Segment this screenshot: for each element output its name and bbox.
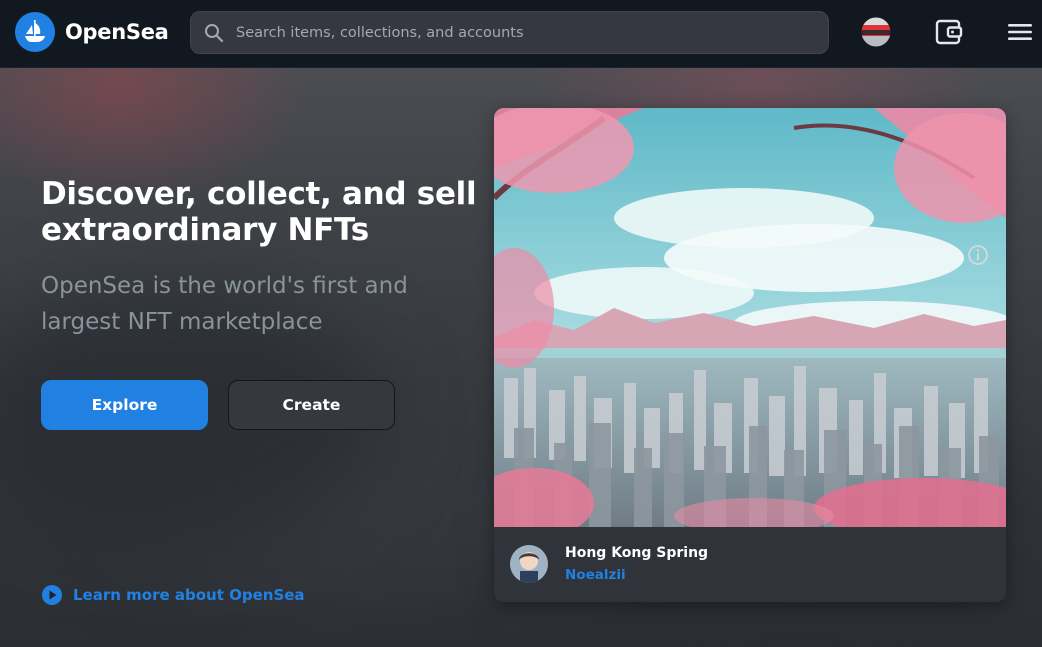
home-logo-link[interactable]: OpenSea: [15, 12, 169, 52]
featured-nft-card[interactable]: Hong Kong Spring Noealzii: [494, 108, 1006, 602]
wallet-icon: [935, 19, 963, 45]
create-button[interactable]: Create: [228, 380, 395, 430]
hero-title: Discover, collect, and sell extraordinar…: [41, 176, 477, 248]
featured-nft-image[interactable]: [494, 108, 1006, 527]
search-input[interactable]: [236, 12, 828, 53]
featured-item-name[interactable]: Hong Kong Spring: [565, 545, 708, 561]
top-navbar: OpenSea: [0, 0, 1042, 68]
info-icon[interactable]: [967, 244, 989, 266]
featured-creator-link[interactable]: Noealzii: [565, 567, 626, 583]
learn-more-link[interactable]: Learn more about OpenSea: [41, 584, 305, 606]
profile-avatar-button[interactable]: [860, 16, 892, 48]
learn-more-label: Learn more about OpenSea: [73, 586, 305, 604]
creator-avatar-image: [510, 545, 548, 583]
menu-button[interactable]: [1006, 20, 1034, 44]
hamburger-menu-icon: [1008, 24, 1032, 40]
creator-avatar[interactable]: [510, 545, 548, 583]
search-icon: [204, 23, 224, 43]
hero-subtitle: OpenSea is the world's first and largest…: [41, 273, 408, 335]
profile-avatar-icon: [860, 16, 892, 48]
featured-card-footer: Hong Kong Spring Noealzii: [494, 527, 1006, 602]
opensea-logo-icon: [15, 12, 55, 52]
search-bar[interactable]: [190, 11, 829, 54]
play-circle-icon: [42, 585, 62, 605]
wallet-button[interactable]: [934, 18, 964, 46]
explore-button[interactable]: Explore: [41, 380, 208, 430]
brand-name: OpenSea: [65, 20, 169, 44]
